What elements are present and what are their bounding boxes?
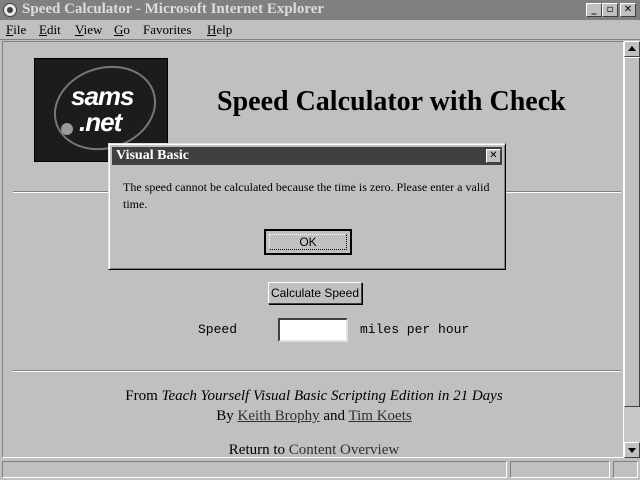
vertical-scrollbar[interactable]: [624, 41, 640, 458]
speed-output-field[interactable]: [278, 318, 348, 342]
dialog-message: The speed cannot be calculated because t…: [123, 180, 490, 211]
logo-text-net: .net: [79, 107, 122, 137]
menu-favorites[interactable]: Favorites: [143, 22, 191, 38]
content-overview-link[interactable]: Content Overview: [289, 442, 399, 457]
author-link-keith-brophy[interactable]: Keith Brophy: [238, 408, 320, 424]
window-title: Speed Calculator - Microsoft Internet Ex…: [22, 1, 325, 17]
scroll-thumb[interactable]: [624, 57, 640, 407]
status-bar: [0, 460, 640, 480]
dialog-title: Visual Basic: [116, 148, 189, 163]
calculate-speed-button[interactable]: Calculate Speed: [268, 282, 362, 304]
ok-label: OK: [299, 235, 317, 249]
minimize-button[interactable]: _: [586, 3, 602, 17]
return-line: Return to Content Overview: [228, 442, 400, 458]
page-title: Speed Calculator with Check: [217, 86, 566, 117]
author-link-tim-koets[interactable]: Tim Koets: [349, 408, 412, 424]
logo-dot: [61, 123, 73, 135]
close-button[interactable]: ✕: [620, 3, 636, 17]
menu-go[interactable]: Go: [114, 22, 130, 38]
speed-label: Speed: [198, 322, 238, 337]
status-zone-cell: [613, 461, 638, 478]
scroll-up-arrow-icon[interactable]: [624, 41, 640, 57]
visual-basic-dialog: Visual Basic ✕ The speed cannot be calcu…: [108, 143, 506, 270]
ok-button[interactable]: OK: [264, 229, 352, 255]
dialog-titlebar: Visual Basic ✕: [112, 147, 502, 165]
units-label: miles per hour: [360, 322, 470, 337]
status-progress-cell: [510, 461, 610, 478]
menu-edit[interactable]: Edit: [39, 22, 61, 38]
book-title: Teach Yourself Visual Basic Scripting Ed…: [161, 388, 503, 404]
authors-line: By Keith Brophy and Tim Koets: [216, 408, 412, 424]
divider-bottom: [13, 370, 621, 372]
maximize-button[interactable]: ▫: [602, 3, 618, 17]
browser-app-icon[interactable]: [3, 3, 17, 17]
menu-view[interactable]: View: [75, 22, 102, 38]
menu-bar: File Edit View Go Favorites Help: [0, 20, 640, 40]
menu-file[interactable]: File: [6, 22, 26, 38]
dialog-close-button[interactable]: ✕: [486, 149, 501, 163]
window-titlebar: Speed Calculator - Microsoft Internet Ex…: [0, 0, 640, 20]
menu-help[interactable]: Help: [207, 22, 232, 38]
status-text-cell: [2, 461, 507, 478]
scroll-down-arrow-icon[interactable]: [624, 442, 640, 458]
book-credit-line: From Teach Yourself Visual Basic Scripti…: [125, 388, 503, 404]
